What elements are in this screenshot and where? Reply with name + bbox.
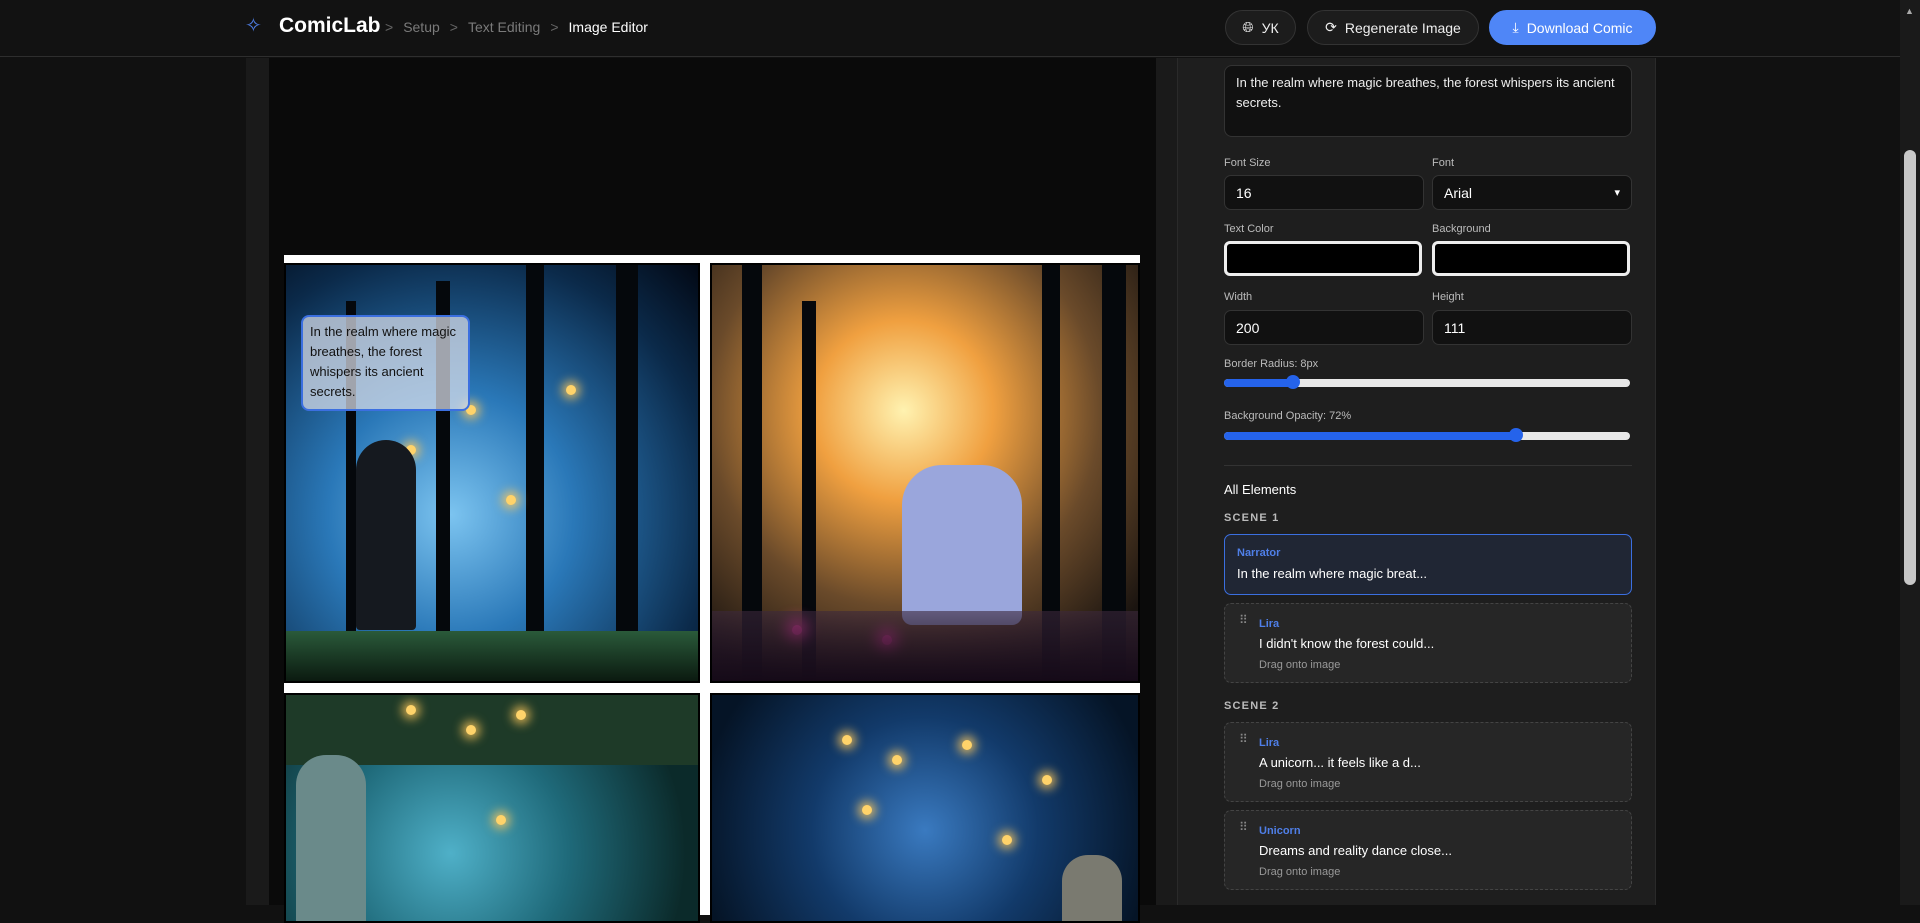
height-input[interactable]: 111 bbox=[1432, 310, 1632, 345]
height-label: Height bbox=[1432, 291, 1464, 303]
element-text: In the realm where magic breat... bbox=[1237, 566, 1428, 581]
comic-panel-1[interactable]: In the realm where magic breathes, the f… bbox=[284, 263, 700, 683]
width-label: Width bbox=[1224, 291, 1253, 303]
comic-panel-4[interactable] bbox=[710, 693, 1140, 923]
background-label: Background bbox=[1432, 223, 1491, 235]
font-size-label: Font Size bbox=[1224, 157, 1271, 169]
element-card-lira[interactable]: ⠿ Lira I didn't know the forest could...… bbox=[1224, 603, 1632, 683]
app-brand[interactable]: ComicLab bbox=[279, 14, 381, 38]
speaker-name: Narrator bbox=[1237, 547, 1281, 559]
font-select-value: Arial bbox=[1444, 184, 1473, 201]
text-content-textarea[interactable]: In the realm where magic breathes, the f… bbox=[1224, 65, 1632, 137]
scene-2-heading: SCENE 2 bbox=[1224, 700, 1280, 712]
border-radius-label: Border Radius: 8px bbox=[1224, 358, 1319, 370]
drag-hint: Drag onto image bbox=[1259, 866, 1341, 878]
download-label: Download Comic bbox=[1526, 19, 1633, 36]
drag-hint: Drag onto image bbox=[1259, 778, 1341, 790]
breadcrumb-text-editing[interactable]: Text Editing bbox=[468, 19, 540, 35]
speaker-name: Lira bbox=[1259, 618, 1280, 630]
download-comic-button[interactable]: ⤓ Download Comic bbox=[1489, 10, 1656, 45]
top-bar: ✧ ComicLab > Setup > Text Editing > Imag… bbox=[0, 0, 1900, 57]
chevron-right-icon: > bbox=[550, 19, 559, 35]
breadcrumb: > Setup > Text Editing > Image Editor bbox=[385, 19, 648, 35]
page-scrollbar[interactable]: ▲ bbox=[1900, 0, 1920, 905]
breadcrumb-setup[interactable]: Setup bbox=[403, 19, 440, 35]
language-label: УК bbox=[1261, 19, 1279, 36]
width-input[interactable]: 200 bbox=[1224, 310, 1424, 345]
download-icon: ⤓ bbox=[1512, 19, 1519, 35]
divider bbox=[1224, 465, 1632, 466]
drag-hint: Drag onto image bbox=[1259, 659, 1341, 671]
comic-page[interactable]: In the realm where magic breathes, the f… bbox=[284, 255, 1140, 923]
drag-handle-icon[interactable]: ⠿ bbox=[1239, 614, 1248, 626]
element-text: I didn't know the forest could... bbox=[1259, 636, 1435, 651]
element-card-narrator[interactable]: Narrator In the realm where magic breat.… bbox=[1224, 534, 1632, 595]
drag-handle-icon[interactable]: ⠿ bbox=[1239, 821, 1248, 833]
image-canvas[interactable]: In the realm where magic breathes, the f… bbox=[269, 58, 1156, 923]
background-opacity-label: Background Opacity: 72% bbox=[1224, 410, 1352, 422]
background-opacity-slider[interactable] bbox=[1224, 428, 1630, 442]
chevron-right-icon: > bbox=[385, 19, 394, 35]
breadcrumb-image-editor: Image Editor bbox=[568, 19, 648, 35]
element-card-unicorn[interactable]: ⠿ Unicorn Dreams and reality dance close… bbox=[1224, 810, 1632, 890]
globe-icon: 🌐︎ bbox=[1242, 19, 1254, 35]
all-elements-heading: All Elements bbox=[1224, 482, 1297, 497]
text-color-label: Text Color bbox=[1224, 223, 1274, 235]
regenerate-label: Regenerate Image bbox=[1344, 19, 1461, 36]
background-color-picker[interactable] bbox=[1432, 241, 1630, 276]
element-card-lira[interactable]: ⠿ Lira A unicorn... it feels like a d...… bbox=[1224, 722, 1632, 802]
element-text: Dreams and reality dance close... bbox=[1259, 843, 1452, 858]
comic-panel-2[interactable] bbox=[710, 263, 1140, 683]
speech-bubble[interactable]: In the realm where magic breathes, the f… bbox=[301, 315, 470, 411]
language-button[interactable]: 🌐︎ УК bbox=[1225, 10, 1296, 45]
chevron-right-icon: > bbox=[449, 19, 458, 35]
comic-panel-3[interactable] bbox=[284, 693, 700, 923]
text-color-picker[interactable] bbox=[1224, 241, 1422, 276]
speaker-name: Unicorn bbox=[1259, 825, 1301, 837]
chevron-down-icon: ▾ bbox=[1614, 187, 1620, 199]
scroll-up-arrow-icon[interactable]: ▲ bbox=[1905, 6, 1914, 16]
scrollbar-thumb[interactable] bbox=[1904, 150, 1916, 585]
sparkles-icon: ✧ bbox=[245, 15, 262, 37]
speaker-name: Lira bbox=[1259, 737, 1280, 749]
font-select[interactable]: Arial ▾ bbox=[1432, 175, 1632, 210]
font-size-input[interactable]: 16 bbox=[1224, 175, 1424, 210]
drag-handle-icon[interactable]: ⠿ bbox=[1239, 733, 1248, 745]
element-text: A unicorn... it feels like a d... bbox=[1259, 755, 1421, 770]
scene-1-heading: SCENE 1 bbox=[1224, 512, 1280, 524]
border-radius-slider[interactable] bbox=[1224, 375, 1630, 389]
properties-panel: In the realm where magic breathes, the f… bbox=[1178, 58, 1656, 905]
canvas-panel: In the realm where magic breathes, the f… bbox=[246, 58, 1178, 923]
font-label: Font bbox=[1432, 157, 1455, 169]
refresh-icon: ⟳ bbox=[1325, 19, 1337, 35]
regenerate-image-button[interactable]: ⟳ Regenerate Image bbox=[1307, 10, 1479, 45]
